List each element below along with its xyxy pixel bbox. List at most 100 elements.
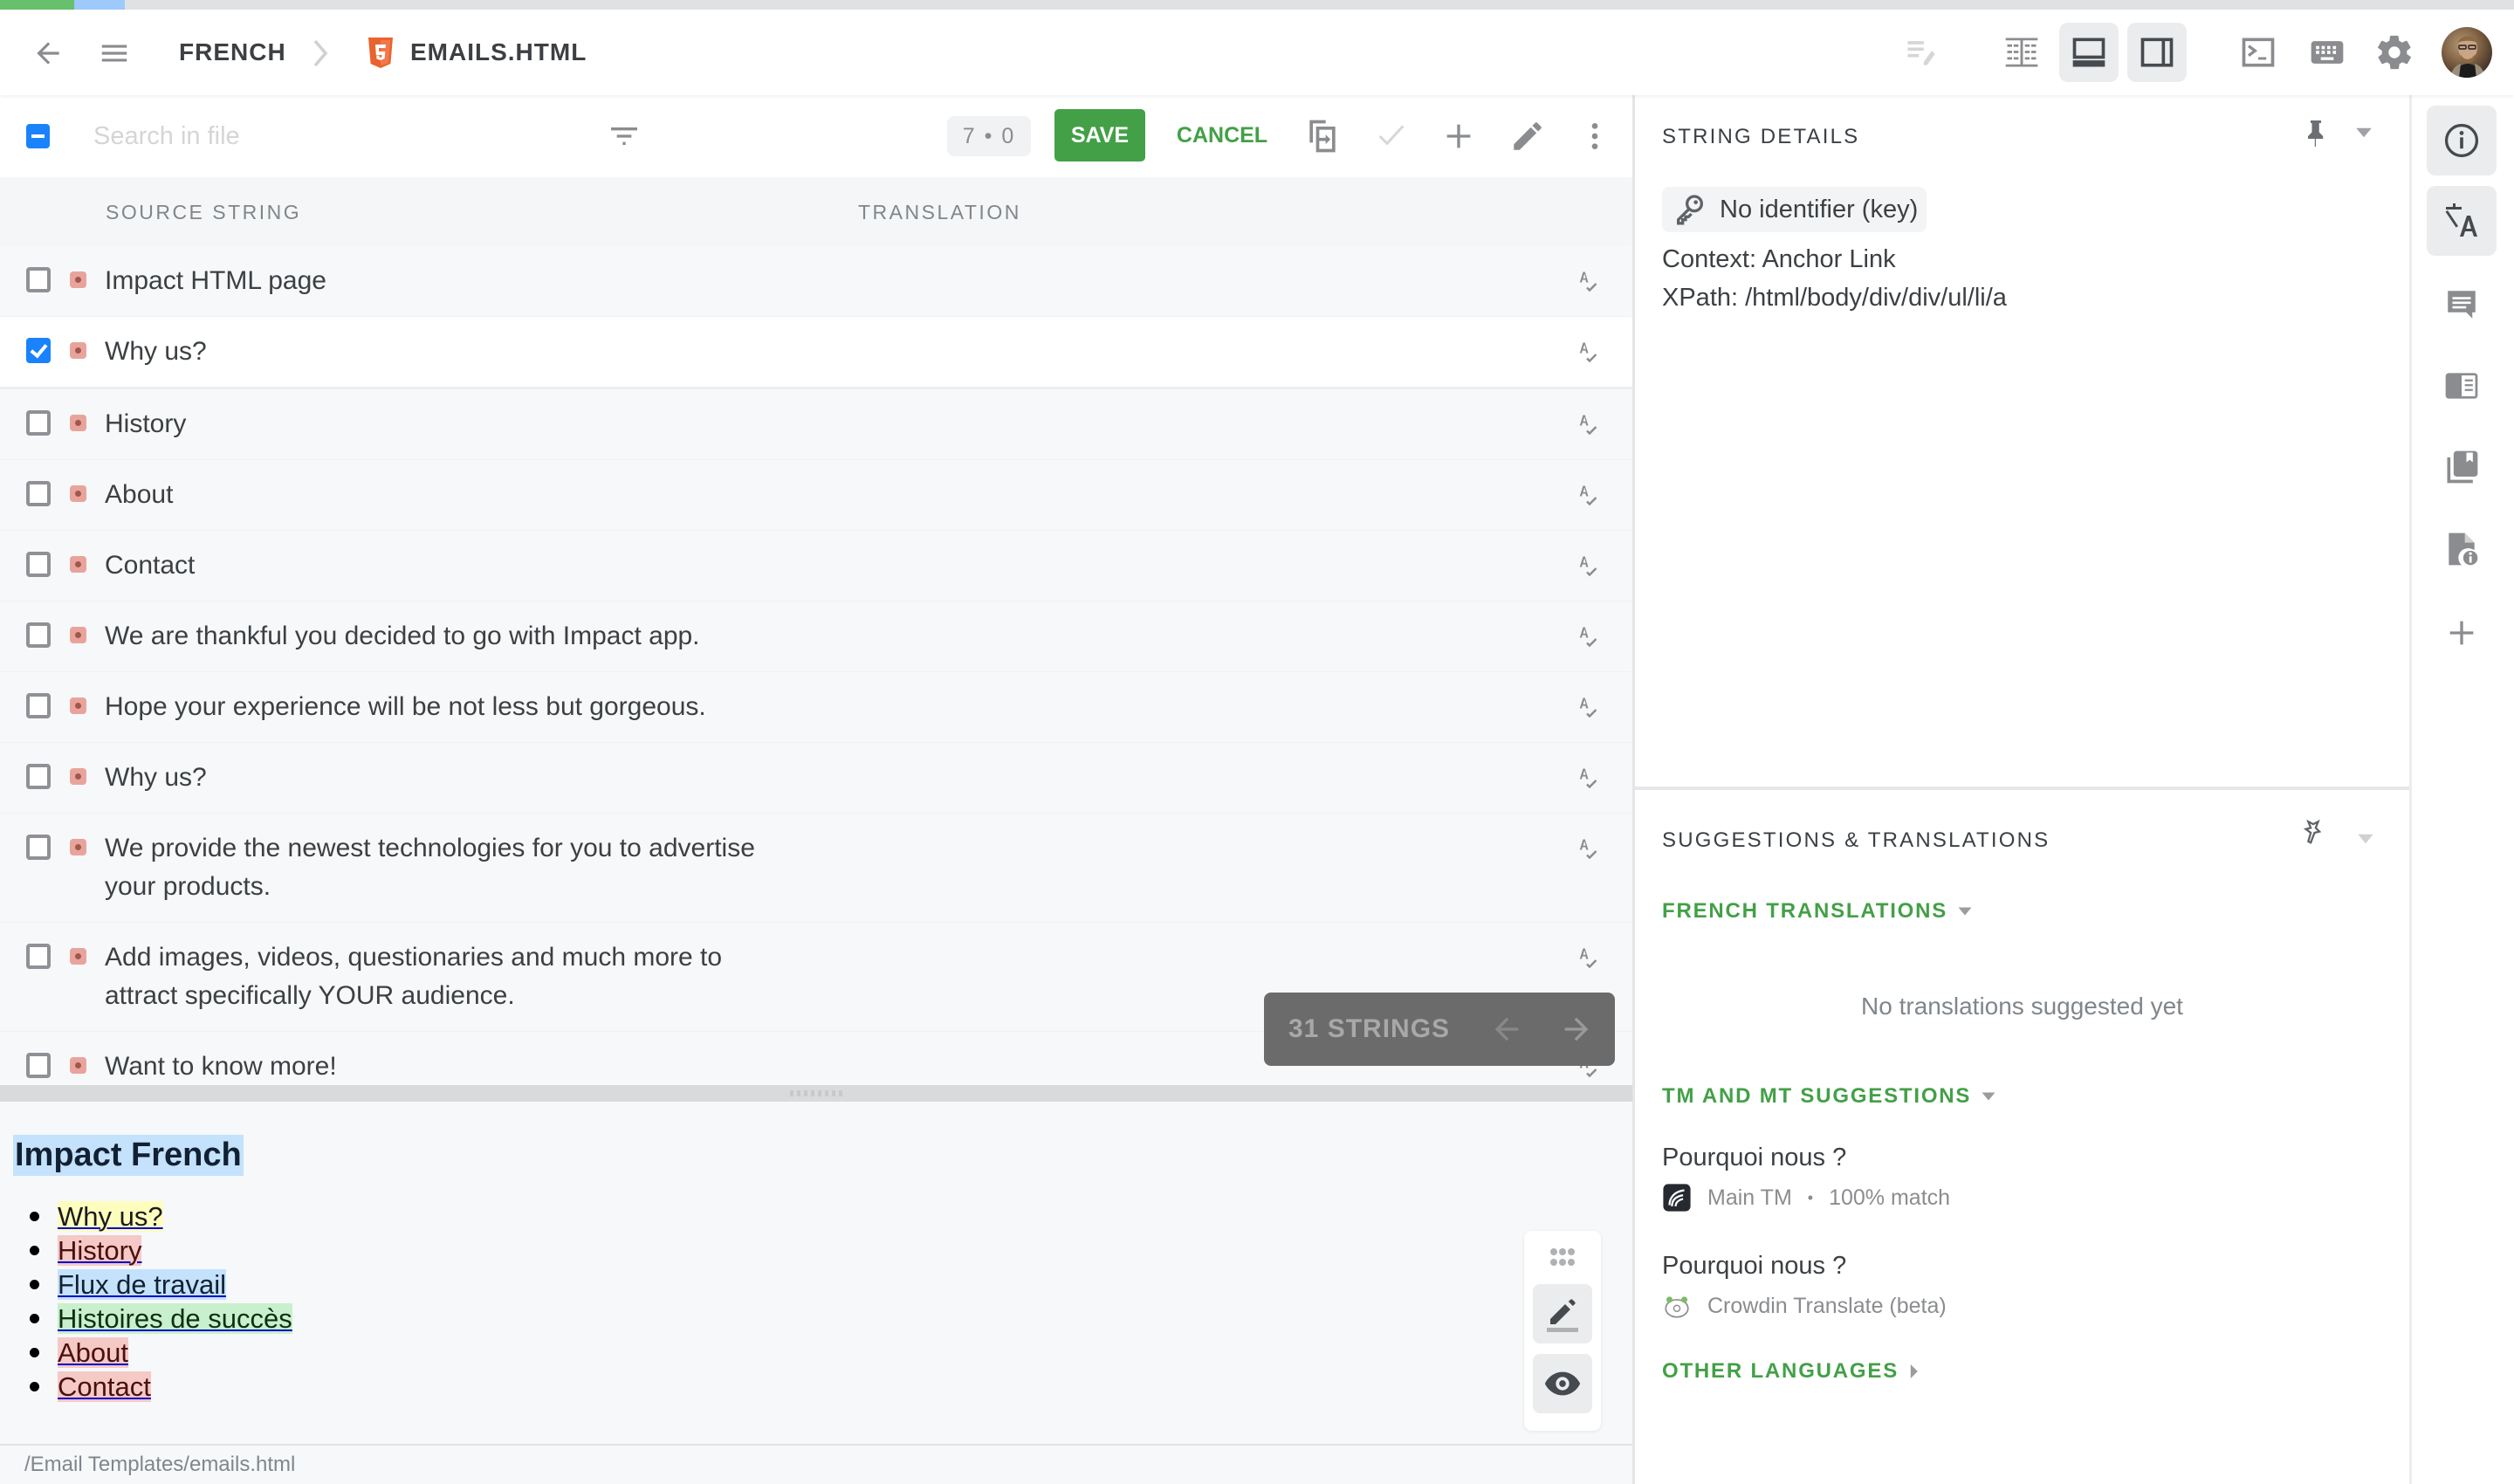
string-row[interactable]: Impact HTML page [0,246,1634,317]
untranslated-status-icon [70,627,86,643]
key-icon [1677,195,1703,225]
preview-mode-button[interactable] [1533,1354,1592,1413]
string-row[interactable]: About [0,460,1634,531]
string-checkbox[interactable] [26,693,51,718]
french-translations-toggle[interactable]: FRENCH TRANSLATIONS [1662,899,1972,924]
spellcheck-icon [1579,697,1597,718]
menu-button[interactable] [93,31,136,75]
tm-suggestion-meta: Main TM • 100% match [1662,1183,1950,1213]
spellcheck-button[interactable] [1571,479,1603,511]
edit-mode-button[interactable] [1533,1284,1592,1343]
preview-resize-handle[interactable] [0,1085,1634,1102]
untranslated-status-icon [70,948,86,965]
unpin-button[interactable] [2298,818,2333,853]
back-button[interactable] [26,31,70,75]
previous-string-button[interactable] [1489,1012,1524,1047]
select-all-checkbox[interactable] [26,124,50,148]
string-checkbox[interactable] [26,552,51,577]
spellcheck-button[interactable] [1571,265,1603,297]
sidebar-comments-button[interactable] [2427,270,2497,340]
preview-link[interactable]: About [58,1337,129,1368]
spellcheck-button[interactable] [1571,550,1603,581]
spellcheck-button[interactable] [1571,942,1603,973]
add-string-button[interactable] [1437,114,1480,158]
save-button[interactable]: SAVE [1054,109,1145,161]
collapse-suggestions-button[interactable] [2358,833,2375,850]
preview-link[interactable]: Flux de travail [58,1269,226,1300]
translation-memory-logo-icon [1663,1184,1691,1212]
string-checkbox[interactable] [26,944,51,969]
preview-link[interactable]: Histoires de succès [58,1303,292,1334]
string-checkbox[interactable] [26,267,51,292]
sidebar-add-button[interactable] [2427,598,2497,668]
string-checkbox[interactable] [26,410,51,436]
details-suggestions-divider[interactable] [1635,787,2409,790]
string-row[interactable]: History [0,389,1634,460]
preview-link[interactable]: Contact [58,1371,151,1402]
drag-handle-icon[interactable] [1545,1247,1580,1268]
add-icon [2449,621,2474,645]
more-options-button[interactable] [1573,114,1617,158]
breadcrumb-language[interactable]: FRENCH [179,10,286,95]
spellcheck-button[interactable] [1571,336,1603,368]
string-row[interactable]: Why us? [0,743,1634,814]
edit-string-button[interactable] [1506,114,1549,158]
side-by-side-view-button[interactable] [1992,23,2051,82]
collapse-details-button[interactable] [2356,127,2373,144]
spellcheck-button[interactable] [1571,621,1603,652]
sidebar-info-button[interactable] [2427,106,2497,175]
mt-suggestion-text[interactable]: Pourquoi nous ? [1662,1252,1846,1281]
preview-link[interactable]: History [58,1235,142,1266]
string-checkbox[interactable] [26,1053,51,1078]
string-row[interactable]: We are thankful you decided to go with I… [0,601,1634,672]
strings-toolbar: 7 • 0 SAVE CANCEL [0,95,1634,177]
filter-button[interactable] [602,114,646,158]
spellcheck-button[interactable] [1571,409,1603,440]
tm-mt-suggestions-toggle[interactable]: TM AND MT SUGGESTIONS [1662,1084,1995,1109]
copy-source-icon [1309,120,1336,153]
source-string-text: Hope your experience will be not less bu… [105,692,706,721]
string-checkbox[interactable] [26,338,51,363]
keyboard-button[interactable] [2298,23,2357,82]
string-checkbox[interactable] [26,481,51,506]
approve-button[interactable] [1370,114,1413,158]
copy-source-button[interactable] [1301,114,1344,158]
comfortable-view-button[interactable] [2059,23,2119,82]
html5-icon [365,34,396,72]
sidebar-file-info-button[interactable] [2427,514,2497,584]
arrow-right-icon [1564,1017,1589,1041]
editor-panel: 7 • 0 SAVE CANCEL SOURCE STRING TRANSLAT… [0,95,1634,1484]
user-avatar[interactable] [2442,27,2492,78]
tm-suggestion-text[interactable]: Pourquoi nous ? [1662,1144,1846,1172]
spellcheck-button[interactable] [1571,833,1603,864]
multilingual-view-button[interactable] [2127,23,2187,82]
preview-link[interactable]: Why us? [58,1201,163,1232]
preview-link-list: Why us? History Flux de travail Histoires d… [30,1199,292,1404]
breadcrumb-file[interactable]: EMAILS.HTML [410,10,587,95]
sidebar-translation-memory-button[interactable] [2427,432,2497,502]
edit-list-button[interactable] [1892,23,1952,82]
settings-button[interactable] [2365,23,2424,82]
other-languages-toggle[interactable]: OTHER LANGUAGES [1662,1359,1918,1384]
string-row[interactable]: Contact [0,531,1634,601]
search-input[interactable] [93,114,582,158]
spellcheck-button[interactable] [1571,691,1603,723]
panel-divider[interactable] [1632,95,1635,1484]
translation-progress-bar [0,0,2514,10]
next-string-button[interactable] [1559,1012,1594,1047]
pin-button[interactable] [2300,116,2335,155]
string-row[interactable]: We provide the newest technologies for y… [0,814,1634,923]
sidebar-translate-button[interactable] [2427,186,2497,256]
spellcheck-button[interactable] [1571,762,1603,794]
string-row[interactable]: Hope your experience will be not less bu… [0,672,1634,743]
string-checkbox[interactable] [26,764,51,789]
sidebar-glossary-button[interactable] [2427,351,2497,421]
string-checkbox[interactable] [26,622,51,648]
spellcheck-icon [1579,948,1597,969]
cancel-button[interactable]: CANCEL [1170,109,1274,161]
string-checkbox[interactable] [26,835,51,860]
terminal-button[interactable] [2229,23,2288,82]
comfortable-view-icon [2072,38,2105,67]
pencil-icon [1514,122,1542,150]
string-row[interactable]: Why us? [0,317,1634,389]
